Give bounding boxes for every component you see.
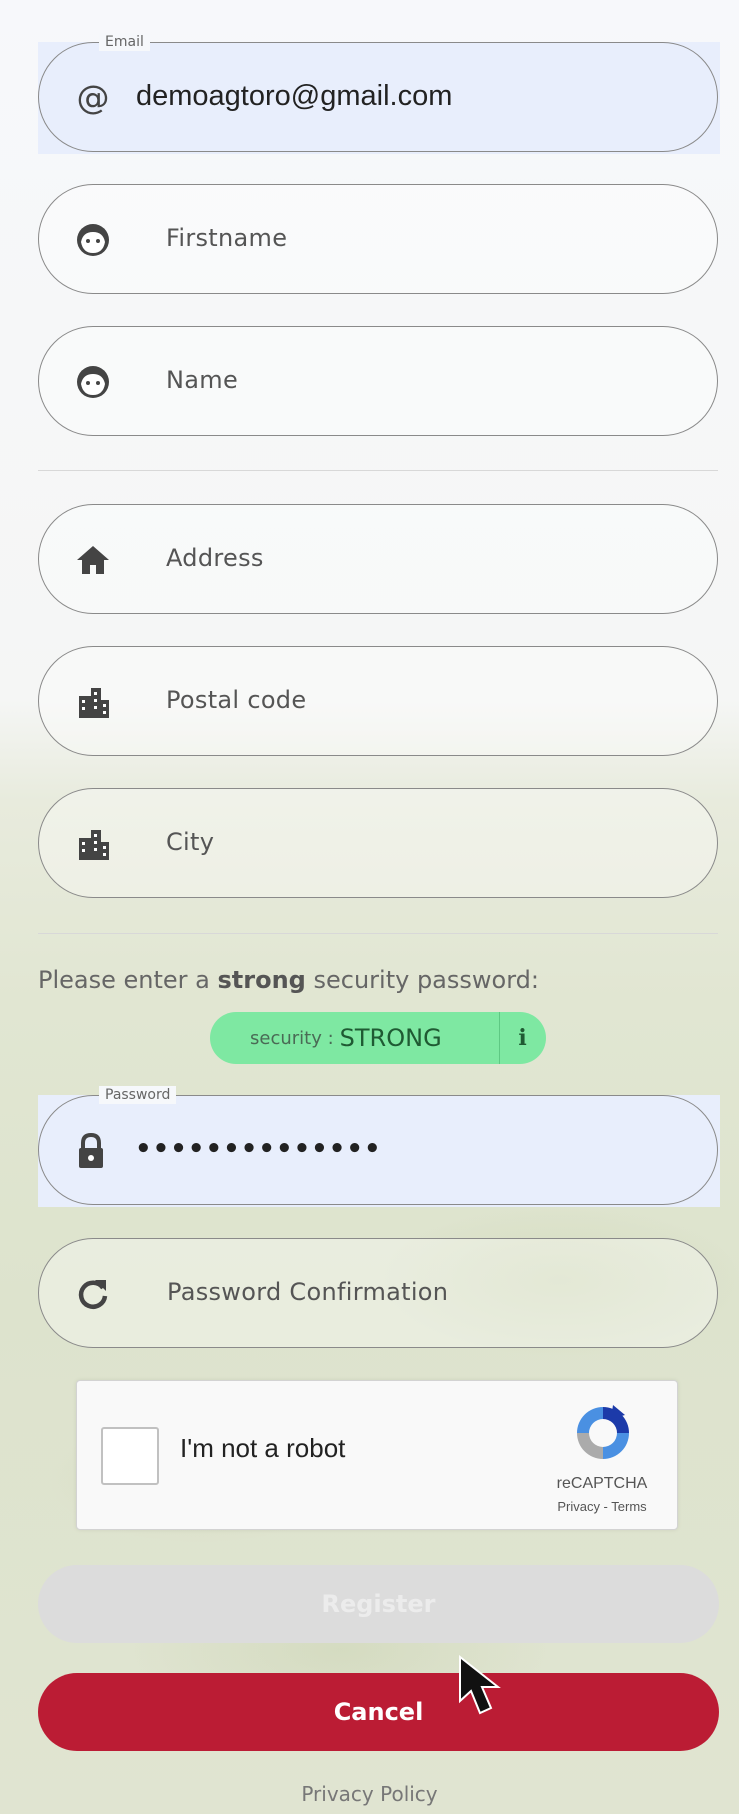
- security-level: STRONG: [339, 1024, 442, 1052]
- email-value: demoagtoro@gmail.com: [136, 80, 453, 112]
- security-badge: security : STRONG i: [210, 1012, 546, 1064]
- postal-code-field[interactable]: Postal code: [38, 646, 718, 756]
- mouse-cursor-icon: [459, 1655, 501, 1715]
- name-field[interactable]: Name: [38, 326, 718, 436]
- recaptcha-logo-icon: [577, 1405, 629, 1459]
- refresh-icon: [73, 1274, 113, 1314]
- security-prefix: security :: [250, 1027, 334, 1049]
- city-field[interactable]: City: [38, 788, 718, 898]
- recaptcha-label: I'm not a robot: [180, 1433, 346, 1463]
- section-divider: [38, 470, 718, 471]
- firstname-placeholder: Firstname: [166, 224, 288, 252]
- password-confirmation-field[interactable]: Password Confirmation: [38, 1238, 718, 1348]
- face-icon: [73, 220, 113, 260]
- cancel-button[interactable]: Cancel: [38, 1673, 719, 1751]
- city-icon: [73, 824, 113, 864]
- postal-code-placeholder: Postal code: [166, 686, 307, 714]
- svg-text:@: @: [77, 78, 110, 117]
- register-button[interactable]: Register: [38, 1565, 719, 1643]
- password-hint-post: security password:: [305, 966, 539, 994]
- privacy-policy-link[interactable]: Privacy Policy: [0, 1782, 739, 1806]
- recaptcha-checkbox[interactable]: [101, 1427, 159, 1485]
- password-confirmation-placeholder: Password Confirmation: [167, 1278, 449, 1306]
- password-field[interactable]: Password ••••••••••••••: [38, 1086, 718, 1205]
- city-icon: [73, 682, 113, 722]
- section-divider: [38, 933, 718, 934]
- recaptcha-terms-link[interactable]: Privacy - Terms: [547, 1499, 657, 1514]
- city-placeholder: City: [166, 828, 215, 856]
- address-field[interactable]: Address: [38, 504, 718, 614]
- face-icon: [73, 362, 113, 402]
- info-icon[interactable]: i: [499, 1012, 546, 1064]
- email-field[interactable]: Email @ demoagtoro@gmail.com: [38, 33, 718, 152]
- name-placeholder: Name: [166, 366, 239, 394]
- password-value: ••••••••••••••: [135, 1134, 382, 1164]
- recaptcha-brand: reCAPTCHA: [556, 1475, 648, 1492]
- password-hint: Please enter a strong security password:: [38, 966, 539, 994]
- at-icon: @: [73, 78, 113, 118]
- recaptcha-widget: I'm not a robot reCAPTCHA Privacy - Term…: [76, 1380, 678, 1530]
- password-hint-strong: strong: [217, 966, 306, 994]
- home-icon: [73, 540, 113, 580]
- firstname-field[interactable]: Firstname: [38, 184, 718, 294]
- password-hint-pre: Please enter a: [38, 966, 218, 994]
- address-placeholder: Address: [166, 544, 264, 572]
- lock-icon: [71, 1131, 111, 1171]
